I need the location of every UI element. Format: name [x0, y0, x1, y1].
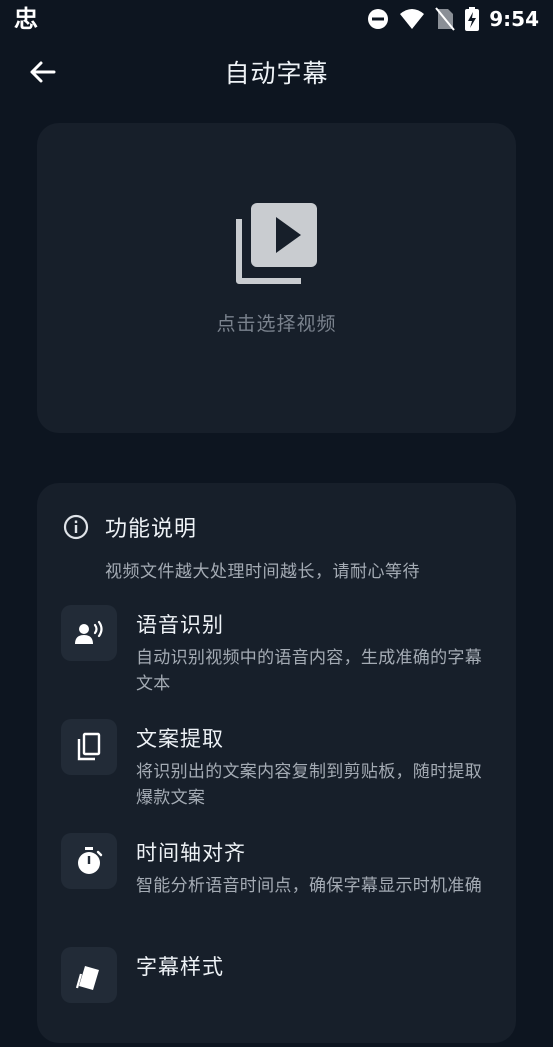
- page-title: 自动字幕: [224, 59, 329, 88]
- arrow-left-icon: [30, 61, 56, 83]
- video-library-icon: [235, 202, 317, 284]
- feature-description: 将识别出的文案内容复制到剪贴板，随时提取爆款文案: [136, 762, 482, 808]
- info-icon: [63, 514, 89, 540]
- voice-recognition-icon: [75, 620, 103, 644]
- feature-title: 文案提取: [136, 727, 224, 751]
- feature-icon-tile: [61, 719, 117, 775]
- wifi-icon: [400, 9, 425, 29]
- status-bar: 忠 9:54: [0, 0, 553, 38]
- info-title: 功能说明: [105, 517, 198, 542]
- info-subtitle: 视频文件越大处理时间越长，请耐心等待: [105, 562, 420, 582]
- feature-title: 时间轴对齐: [136, 841, 246, 865]
- feature-title: 字幕样式: [136, 955, 224, 979]
- dnd-icon: [368, 9, 389, 29]
- info-header: 功能说明: [63, 511, 197, 543]
- style-icon: [75, 966, 99, 990]
- feature-description: 智能分析语音时间点，确保字幕显示时机准确: [136, 876, 482, 896]
- top-app-bar: 自动字幕: [0, 44, 553, 100]
- copy-icon: [77, 732, 101, 761]
- status-time: 9:54: [489, 7, 539, 31]
- no-sim-icon: [435, 7, 456, 31]
- feature-icon-tile: [61, 605, 117, 661]
- feature-item-timeline: 时间轴对齐 智能分析语音时间点，确保字幕显示时机准确: [61, 833, 501, 933]
- feature-item-copy-text: 文案提取 将识别出的文案内容复制到剪贴板，随时提取爆款文案: [61, 719, 501, 819]
- feature-icon-tile: [61, 947, 117, 1003]
- battery-charging-icon: [465, 7, 480, 31]
- feature-description: 自动识别视频中的语音内容，生成准确的字幕文本: [136, 648, 482, 694]
- select-video-hint: 点击选择视频: [216, 312, 337, 335]
- feature-title: 语音识别: [136, 613, 224, 637]
- feature-item-subtitle-style: 字幕样式: [61, 947, 501, 1047]
- back-button[interactable]: [22, 54, 62, 90]
- timer-icon: [78, 847, 103, 874]
- feature-info-card: 功能说明 视频文件越大处理时间越长，请耐心等待 语音识别 自动识别视频中的语音内…: [37, 483, 516, 1043]
- feature-icon-tile: [61, 833, 117, 889]
- app-notification-icon: 忠: [14, 5, 38, 33]
- select-video-area[interactable]: 点击选择视频: [37, 123, 516, 433]
- feature-item-voice-recognition: 语音识别 自动识别视频中的语音内容，生成准确的字幕文本: [61, 605, 501, 705]
